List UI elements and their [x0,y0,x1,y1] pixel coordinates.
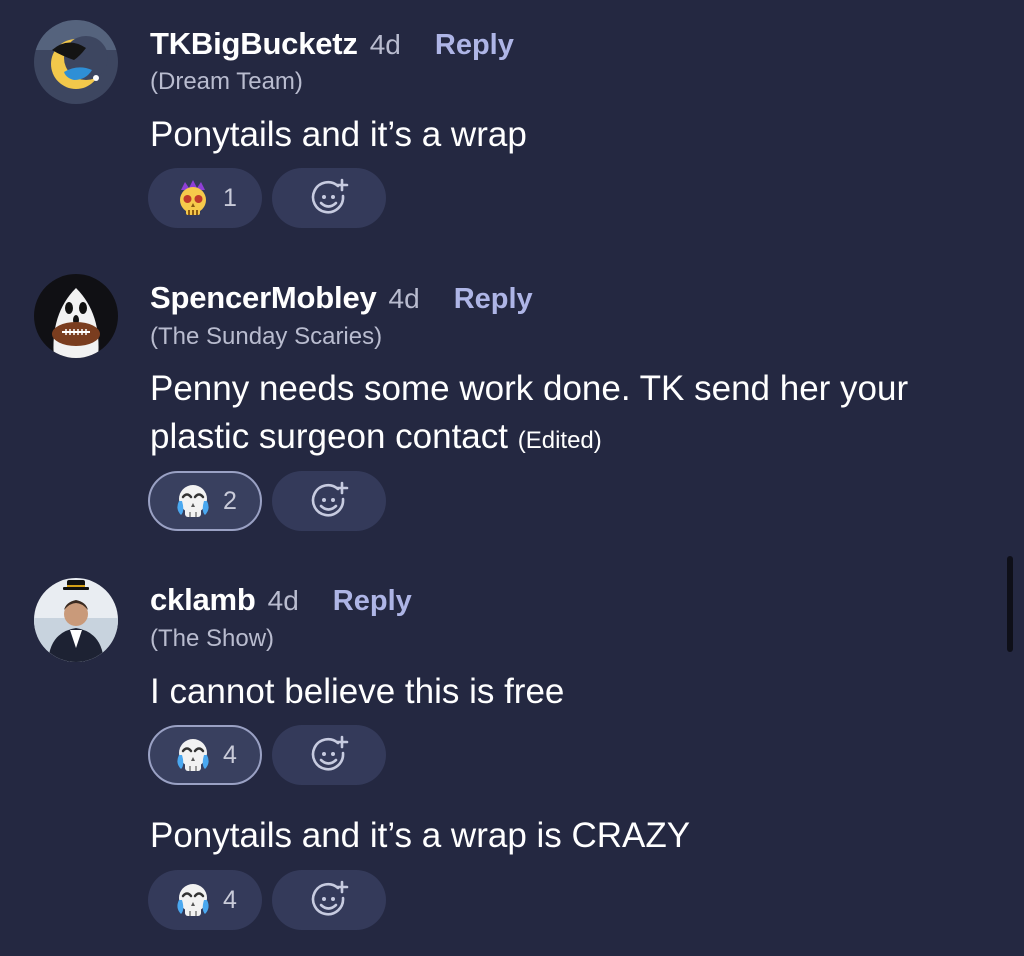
add-reaction-button[interactable] [272,168,386,228]
team-name: (The Show) [150,625,275,652]
avatar-moon-image [34,20,118,104]
comment-text: I cannot believe this is free [150,672,565,711]
avatar-man-suit-image [34,578,118,662]
username[interactable]: cklamb [150,582,256,618]
avatar-ghost-football-image [34,274,118,358]
add-reaction-button[interactable] [272,870,386,930]
username[interactable]: TKBigBucketz [150,26,358,62]
crowned-skull-emoji [180,180,207,215]
crying-skull-emoji [177,739,209,771]
scrollbar[interactable] [1007,556,1013,652]
reaction-bar: 1 [148,168,386,228]
reply-button[interactable]: Reply [333,585,412,618]
smiley-plus-icon [311,481,349,517]
smiley-plus-icon [311,178,349,214]
crying-skull-emoji [177,485,209,517]
comment-text: Penny needs some work done. TK send her … [150,365,990,465]
avatar[interactable] [34,578,118,662]
timestamp: 4d [267,585,299,616]
team-name: (The Sunday Scaries) [150,323,383,350]
team-name: (Dream Team) [150,68,303,95]
add-reaction-button[interactable] [272,471,386,531]
username[interactable]: SpencerMobley [150,280,377,316]
reaction-count: 2 [223,486,237,515]
reaction-bar: 2 [148,471,386,531]
smiley-plus-icon [311,880,349,916]
reaction-bar: 4 [148,870,386,930]
reply-button[interactable]: Reply [435,29,514,62]
avatar[interactable] [34,20,118,104]
reaction-count: 1 [223,183,237,212]
reaction-count: 4 [223,740,237,769]
reaction-button[interactable]: 4 [148,725,262,785]
comment-text: Ponytails and it’s a wrap is CRAZY [150,816,691,855]
reaction-count: 4 [223,885,237,914]
reaction-button[interactable]: 4 [148,870,262,930]
timestamp: 4d [388,283,420,314]
add-reaction-button[interactable] [272,725,386,785]
reply-button[interactable]: Reply [454,283,533,316]
smiley-plus-icon [311,735,349,771]
crying-skull-emoji [177,884,209,916]
timestamp: 4d [369,29,401,60]
reaction-button[interactable]: 1 [148,168,262,228]
reaction-button[interactable]: 2 [148,471,262,531]
avatar[interactable] [34,274,118,358]
reaction-bar: 4 [148,725,386,785]
comment-text: Ponytails and it’s a wrap [150,115,527,154]
edited-label: (Edited) [517,427,602,454]
